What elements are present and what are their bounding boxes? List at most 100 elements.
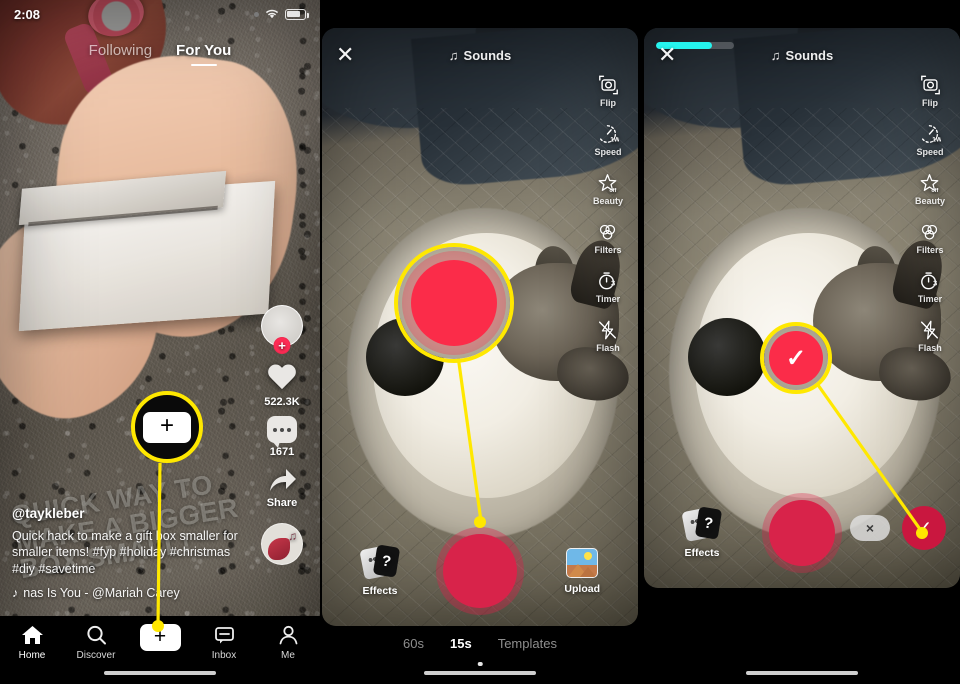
panel-camera-ready: ✕ ♫ Sounds Flip 1W Speed off Beauty Filt…: [322, 0, 638, 684]
effects-cards-icon: ?: [681, 506, 723, 542]
tool-label-timer: Timer: [917, 294, 943, 304]
wifi-icon: [265, 9, 279, 19]
check-icon[interactable]: ✓: [902, 506, 946, 550]
speed-badge: 1W: [933, 136, 942, 143]
follow-plus-icon[interactable]: +: [273, 337, 291, 354]
share-label: Share: [266, 497, 298, 509]
upload-button[interactable]: Upload: [564, 548, 600, 595]
caption-text: Quick hack to make a gift box smaller fo…: [12, 528, 238, 577]
like-count: 522.3K: [264, 396, 300, 408]
camera-tool-column: Flip 1W Speed off Beauty Filters 3 Timer…: [904, 74, 956, 353]
flip-camera-icon: [920, 75, 940, 95]
music-note-icon: ♪: [12, 586, 19, 601]
music-disc-icon[interactable]: ♫: [261, 523, 303, 565]
camera-mode-bar: 60s 15s Templates: [322, 628, 638, 658]
tab-bar-label-discover: Discover: [76, 650, 116, 661]
timer-badge: 3: [934, 279, 938, 288]
camera-viewfinder: ✕ ♫ Sounds Flip 1W Speed off Beauty Filt…: [322, 28, 638, 626]
home-icon: [21, 626, 43, 644]
dog-spot: [366, 318, 445, 396]
tool-label-flip: Flip: [922, 98, 938, 108]
beauty-badge: off: [610, 188, 617, 194]
effects-button[interactable]: ? Effects: [681, 506, 723, 559]
mode-60s[interactable]: 60s: [403, 636, 424, 651]
tool-label-flip: Flip: [600, 98, 616, 108]
rail-share[interactable]: Share: [266, 466, 298, 509]
tool-speed[interactable]: 1W Speed: [916, 123, 944, 157]
tool-flash[interactable]: Flash: [918, 319, 942, 353]
disc-artwork: [268, 538, 290, 560]
caption-block: @taykleber Quick hack to make a gift box…: [12, 505, 242, 602]
rail-comment[interactable]: 1671: [267, 416, 297, 458]
tool-flip[interactable]: Flip: [919, 74, 942, 108]
record-button[interactable]: [769, 500, 835, 566]
tool-label-flash: Flash: [918, 343, 942, 353]
camera-top-bar: ✕ ♫ Sounds: [322, 38, 638, 72]
share-icon[interactable]: [266, 466, 298, 494]
tool-label-filters: Filters: [916, 245, 944, 255]
tab-bar-item-inbox[interactable]: Inbox: [192, 624, 256, 661]
timer-badge: 3: [612, 279, 616, 288]
tool-label-timer: Timer: [595, 294, 621, 304]
sounds-label: Sounds: [463, 47, 512, 63]
beauty-star-icon: off: [921, 174, 939, 194]
rail-avatar[interactable]: +: [261, 305, 303, 354]
create-plus-icon[interactable]: +: [134, 624, 186, 651]
close-x-icon[interactable]: ✕: [658, 44, 676, 66]
tool-speed[interactable]: 1W Speed: [594, 123, 622, 157]
tool-beauty[interactable]: off Beauty: [593, 172, 623, 206]
tool-timer[interactable]: 3 Timer: [596, 270, 620, 304]
upload-label: Upload: [564, 583, 600, 595]
photo-thumbnail-icon: [566, 548, 599, 578]
filters-circles-icon: [922, 224, 938, 240]
tab-bar-item-home[interactable]: Home: [0, 624, 64, 661]
feed-side-rail: + 522.3K 1671 Share ♫: [252, 305, 312, 565]
tool-filters[interactable]: Filters: [594, 221, 622, 255]
search-icon: [86, 625, 106, 645]
rail-sound-disc[interactable]: ♫: [261, 523, 303, 565]
tool-flip[interactable]: Flip: [597, 74, 620, 108]
tab-bar-item-discover[interactable]: Discover: [64, 624, 128, 661]
rail-like[interactable]: 522.3K: [264, 365, 299, 408]
caption-music[interactable]: ♪ nas Is You - @Mariah Carey: [12, 585, 242, 602]
tool-label-beauty: Beauty: [914, 196, 945, 206]
tool-beauty[interactable]: off Beauty: [915, 172, 945, 206]
mode-15s[interactable]: 15s: [450, 636, 472, 651]
record-button[interactable]: [443, 534, 517, 608]
sounds-button[interactable]: ♫ Sounds: [771, 48, 833, 63]
avatar[interactable]: +: [261, 305, 303, 354]
delete-x-icon[interactable]: ×: [850, 515, 890, 541]
mode-templates[interactable]: Templates: [498, 636, 557, 651]
timer-icon: 3: [599, 272, 616, 290]
tab-following[interactable]: Following: [89, 42, 152, 59]
home-indicator: [104, 670, 216, 675]
tab-bar-item-create[interactable]: +: [128, 624, 192, 655]
tool-timer[interactable]: 3 Timer: [918, 270, 942, 304]
panel-tiktok-feed: QUICK WAY TO MAKE A BIGGER BOX SMALL! 2:…: [0, 0, 320, 684]
heart-icon[interactable]: [267, 365, 297, 393]
tool-filters[interactable]: Filters: [916, 221, 944, 255]
status-icons: [254, 8, 309, 20]
filters-circles-icon: [600, 224, 616, 240]
sounds-button[interactable]: ♫ Sounds: [449, 48, 511, 63]
speed-gauge-icon: 1W: [600, 125, 619, 143]
sun-shape: [584, 552, 593, 560]
tool-label-speed: Speed: [594, 147, 622, 157]
dog-spot: [688, 318, 767, 396]
caption-username[interactable]: @taykleber: [12, 505, 242, 523]
tab-bar-item-me[interactable]: Me: [256, 624, 320, 661]
beauty-star-icon: off: [599, 174, 617, 194]
tool-label-speed: Speed: [916, 147, 944, 157]
tool-flash[interactable]: Flash: [596, 319, 620, 353]
close-x-icon[interactable]: ✕: [336, 44, 354, 66]
effects-card-question: ?: [372, 544, 401, 578]
status-bar: 2:08: [0, 0, 320, 28]
comment-icon[interactable]: [267, 416, 297, 448]
tool-label-flash: Flash: [596, 343, 620, 353]
camera-tool-column: Flip 1W Speed off Beauty Filters 3 Timer…: [582, 74, 634, 353]
battery-icon: [285, 8, 309, 20]
tab-for-you[interactable]: For You: [176, 42, 231, 59]
music-note-icon: ♫: [770, 47, 781, 63]
effects-button[interactable]: ? Effects: [359, 544, 401, 597]
home-indicator: [424, 670, 536, 675]
